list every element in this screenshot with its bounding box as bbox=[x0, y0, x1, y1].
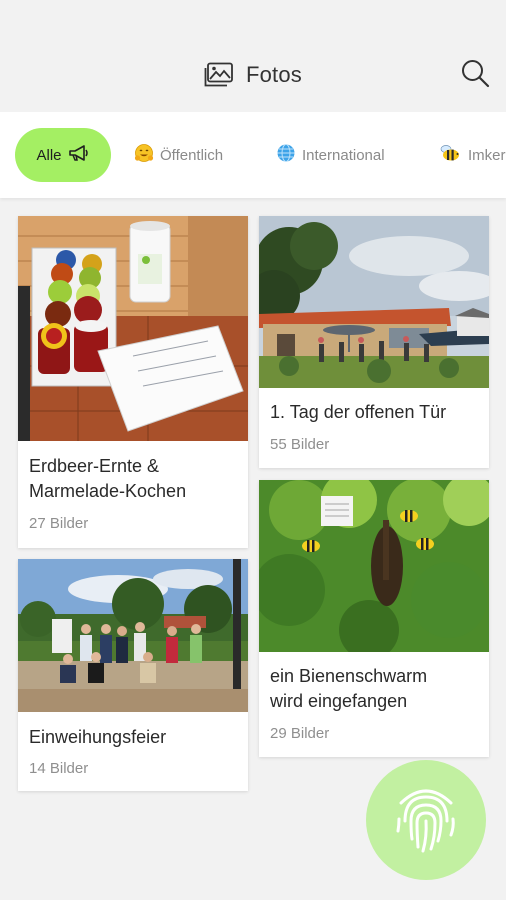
app-header: Fotos bbox=[0, 0, 506, 112]
album-title: Erdbeer-Ernte & Marmelade-Kochen bbox=[29, 454, 238, 504]
album-photo-count: 27 Bilder bbox=[29, 515, 89, 532]
jam-jars-photo bbox=[18, 216, 248, 441]
album-card-bienenschwarm[interactable]: ein Bienenschwarm wird eingefangen 29 Bi… bbox=[259, 480, 489, 757]
album-title-line: Marmelade-Kochen bbox=[29, 481, 187, 501]
filter-chip-label: Imker bbox=[468, 146, 506, 164]
filter-tabs: Alle Öffentlich International Imker bbox=[0, 112, 506, 198]
header-title-group: Fotos bbox=[0, 58, 506, 92]
album-card-tag-der-offenen-tuer[interactable]: 1. Tag der offenen Tür 55 Bilder bbox=[259, 216, 489, 468]
album-title: ein Bienenschwarm wird eingefangen bbox=[270, 664, 479, 714]
album-card-einweihungsfeier[interactable]: Einweihungsfeier 14 Bilder bbox=[18, 559, 248, 791]
bee-icon bbox=[440, 144, 462, 167]
group-photo bbox=[18, 559, 248, 712]
album-photo-count: 29 Bilder bbox=[270, 725, 330, 742]
open-day-photo bbox=[259, 216, 489, 388]
search-icon[interactable] bbox=[460, 58, 490, 93]
bee-swarm-photo bbox=[259, 480, 489, 660]
album-title-line: ein Bienenschwarm bbox=[270, 666, 428, 686]
filter-chip-label: Öffentlich bbox=[160, 146, 224, 164]
album-title-line: Erdbeer-Ernte & bbox=[29, 456, 160, 476]
image-gallery-icon bbox=[204, 62, 234, 88]
album-title-line: wird eingefangen bbox=[270, 691, 408, 711]
filter-chip-label: International bbox=[302, 146, 385, 164]
filter-chip-oeffentlich[interactable]: Öffentlich bbox=[134, 128, 223, 182]
filter-chip-alle[interactable]: Alle bbox=[15, 128, 111, 182]
album-title: Einweihungsfeier bbox=[29, 727, 167, 747]
fingerprint-icon bbox=[391, 781, 461, 860]
album-photo-count: 14 Bilder bbox=[29, 760, 89, 777]
filter-chip-label: Alle bbox=[36, 146, 62, 164]
hugging-face-icon bbox=[134, 143, 154, 168]
filter-chip-imker[interactable]: Imker bbox=[440, 128, 506, 182]
album-photo-count: 55 Bilder bbox=[270, 436, 330, 453]
page-title: Fotos bbox=[245, 62, 303, 87]
fingerprint-button[interactable] bbox=[366, 760, 486, 880]
filter-chip-international[interactable]: International bbox=[276, 128, 385, 182]
album-card-erdbeer-ernte[interactable]: Erdbeer-Ernte & Marmelade-Kochen 27 Bild… bbox=[18, 216, 248, 548]
search-button[interactable] bbox=[458, 58, 492, 92]
globe-icon bbox=[276, 143, 296, 168]
megaphone-icon bbox=[68, 144, 90, 167]
album-title: 1. Tag der offenen Tür bbox=[270, 402, 447, 422]
